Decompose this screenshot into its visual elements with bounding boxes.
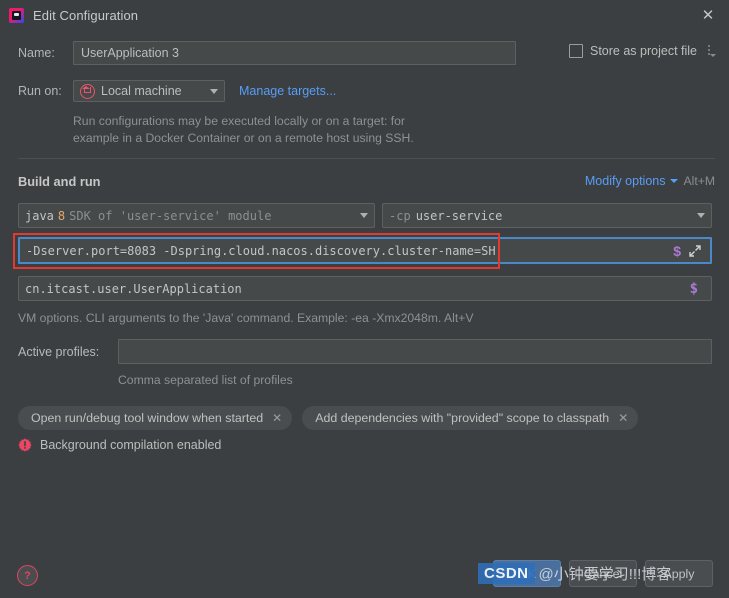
- intellij-idea-icon: [9, 7, 24, 23]
- cancel-button[interactable]: Cancel: [569, 560, 637, 587]
- dialog-buttons: OK Cancel Apply: [493, 560, 713, 587]
- modify-options-shortcut: Alt+M: [683, 174, 716, 188]
- section-divider: [18, 158, 715, 159]
- help-question-icon[interactable]: ?: [17, 565, 38, 586]
- run-on-row: Run on: Local machine Manage targets...: [18, 80, 336, 102]
- jdk-select[interactable]: java 8 SDK of 'user-service' module: [18, 203, 375, 228]
- option-chip-label: Add dependencies with "provided" scope t…: [315, 411, 610, 425]
- status-text: Background compilation enabled: [40, 438, 222, 452]
- active-profiles-input[interactable]: [118, 339, 712, 364]
- chevron-down-icon: [697, 213, 705, 218]
- apply-button[interactable]: Apply: [645, 560, 713, 587]
- option-chip[interactable]: Add dependencies with "provided" scope t…: [302, 406, 639, 430]
- manage-targets-link[interactable]: Manage targets...: [239, 84, 336, 98]
- store-as-project-file-row[interactable]: Store as project file: [569, 44, 716, 58]
- run-on-hint-line2: example in a Docker Container or on a re…: [73, 131, 414, 145]
- jdk-version: 8: [57, 208, 66, 223]
- active-profiles-row: Active profiles:: [18, 339, 712, 364]
- name-input-value: UserApplication 3: [81, 46, 179, 60]
- edit-configuration-dialog: Edit Configuration ✕ Name: UserApplicati…: [0, 0, 729, 598]
- local-machine-home-icon: [80, 83, 95, 99]
- build-and-run-title: Build and run: [18, 174, 101, 189]
- macro-dollar-icon[interactable]: $: [690, 281, 698, 297]
- run-on-target-select[interactable]: Local machine: [73, 80, 225, 102]
- chevron-down-icon: [210, 88, 218, 94]
- vm-options-hint: VM options. CLI arguments to the 'Java' …: [18, 311, 474, 325]
- modify-options-row: Modify options Alt+M: [585, 174, 715, 188]
- option-chip[interactable]: Open run/debug tool window when started …: [18, 406, 293, 430]
- kebab-menu-icon[interactable]: [706, 44, 716, 58]
- title-bar: Edit Configuration ✕: [0, 0, 729, 30]
- jdk-suffix: SDK of 'user-service' module: [69, 208, 272, 223]
- name-input[interactable]: UserApplication 3: [73, 41, 516, 65]
- run-on-label: Run on:: [18, 84, 62, 98]
- chevron-down-icon: [360, 213, 368, 218]
- active-profiles-hint: Comma separated list of profiles: [118, 373, 293, 387]
- page-title: Edit Configuration: [33, 7, 139, 23]
- store-as-project-file-checkbox[interactable]: [569, 44, 583, 58]
- name-label: Name:: [18, 46, 55, 60]
- vm-options-value: -Dserver.port=8083 -Dspring.cloud.nacos.…: [26, 243, 496, 258]
- close-icon[interactable]: ✕: [695, 3, 721, 27]
- classpath-select[interactable]: -cp user-service: [382, 203, 712, 228]
- expand-arrows-icon[interactable]: [688, 244, 702, 258]
- main-class-input[interactable]: cn.itcast.user.UserApplication $: [18, 276, 712, 301]
- jdk-prefix: java: [25, 208, 54, 223]
- classpath-value: user-service: [415, 208, 503, 223]
- run-on-hint-line1: Run configurations may be executed local…: [73, 114, 405, 128]
- vm-options-input[interactable]: -Dserver.port=8083 -Dspring.cloud.nacos.…: [18, 237, 712, 264]
- run-on-target-value: Local machine: [101, 84, 182, 98]
- classpath-prefix: -cp: [389, 208, 411, 223]
- chevron-down-icon: [669, 179, 678, 183]
- close-icon[interactable]: ✕: [272, 411, 282, 425]
- modify-options-link[interactable]: Modify options: [585, 174, 666, 188]
- option-chip-label: Open run/debug tool window when started: [31, 411, 264, 425]
- ok-button[interactable]: OK: [493, 560, 561, 587]
- warning-badge-icon: [18, 438, 32, 452]
- store-as-project-file-label: Store as project file: [590, 44, 697, 58]
- main-class-value: cn.itcast.user.UserApplication: [25, 281, 242, 296]
- close-icon[interactable]: ✕: [618, 411, 628, 425]
- run-on-hint: Run configurations may be executed local…: [73, 113, 633, 147]
- active-profiles-label: Active profiles:: [18, 344, 100, 359]
- option-chip-list: Open run/debug tool window when started …: [18, 406, 639, 430]
- status-row: Background compilation enabled: [18, 438, 221, 452]
- macro-dollar-icon[interactable]: $: [673, 243, 681, 259]
